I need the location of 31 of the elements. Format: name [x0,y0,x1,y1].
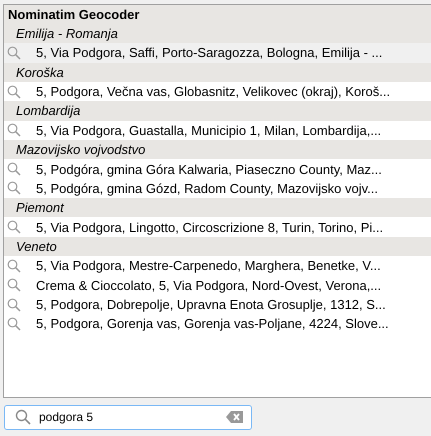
group-header: Emilija - Romanja [4,24,431,44]
popup-title: Nominatim Geocoder [4,5,431,24]
search-field[interactable]: podgora 5 [4,404,252,430]
result-item[interactable]: 5, Podgora, Gorenja vas, Gorenja vas-Poljane, 4224, Slove... [4,314,431,334]
result-item[interactable]: Crema & Cioccolato, 5, Via Podgora, Nord-Ovest, Verona,... [4,276,431,295]
search-icon [7,84,21,99]
search-icon [7,258,21,273]
search-icon [7,220,21,234]
result-item[interactable]: 5, Via Podgora, Lingotto, Circoscrizione 8, Turin, Torino, Pi... [4,217,431,237]
result-item[interactable]: 5, Podgora, Večna vas, Globasnitz, Velikovec (okraj), Koroš... [4,82,431,102]
search-icon [7,298,21,312]
group-header: Piemont [4,198,431,218]
result-item[interactable]: 5, Podgóra, gmina Góra Kalwaria, Piaseczno County, Maz... [4,159,431,179]
group-header: Koroška [4,62,431,82]
search-icon [7,46,21,60]
search-icon [15,409,31,425]
group-header: Mazovijsko vojvodstvo [4,140,431,160]
result-item[interactable]: 5, Podgóra, gmina Gózd, Radom County, Mazovijsko vojv... [4,178,431,198]
search-icon [7,278,21,292]
search-icon [7,123,21,138]
search-input[interactable]: podgora 5 [39,410,189,424]
group-header: Veneto [4,236,431,256]
result-item[interactable]: 5, Via Podgora, Mestre-Carpenedo, Marghera, Benetke, V... [4,256,431,276]
result-item[interactable]: 5, Via Podgora, Saffi, Porto-Saragozza, Bologna, Emilija - ... [4,43,431,63]
result-item[interactable]: 5, Via Podgora, Guastalla, Municipio 1, Milan, Lombardija,... [4,120,431,140]
search-icon [7,181,21,196]
group-header: Lombardija [4,101,431,121]
search-icon [7,162,21,176]
search-icon [7,316,21,331]
result-item[interactable]: 5, Podgora, Dobrepolje, Upravna Enota Grosuplje, 1312, S... [4,294,431,314]
clear-icon[interactable] [226,411,243,423]
